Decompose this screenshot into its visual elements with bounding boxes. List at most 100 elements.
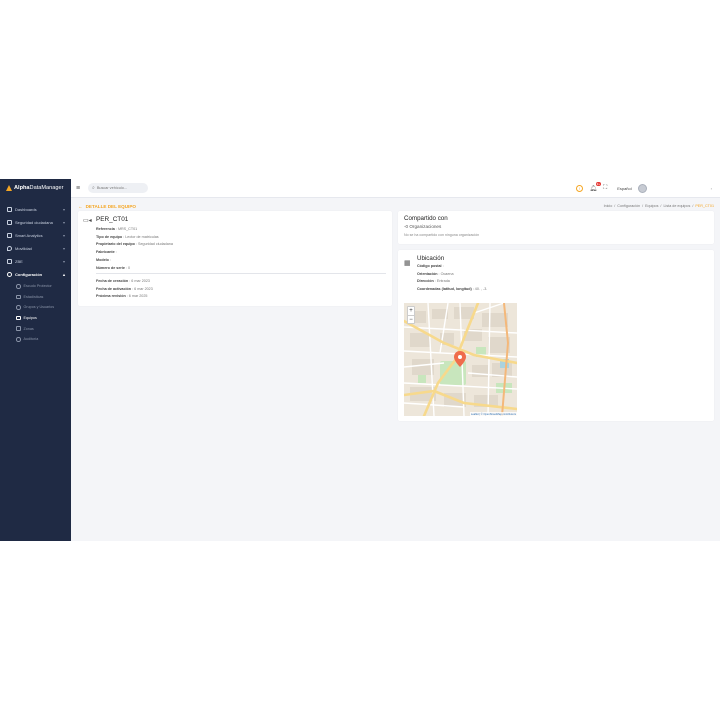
shared-note: No se ha compartido con ninguna organiza…	[404, 233, 480, 237]
location-fields: Código postal : Orientación : Ocaena Dir…	[417, 262, 487, 293]
eye-icon	[16, 337, 21, 342]
topbar-actions: ! 🔔︎ 9+ ⛶ Español ›	[576, 181, 720, 193]
map-attribution[interactable]: Leaflet | © OpenStreetMap contributors	[469, 412, 517, 416]
camera-icon	[16, 315, 21, 321]
breadcrumb-current: PER_CT01	[695, 204, 714, 208]
field-tipo: Tipo de equipo : Lector de matrículas	[96, 234, 159, 239]
sidebar-nav: Dashboards ▾ Seguridad ciudadana ▾ Smart…	[0, 203, 71, 345]
sidebar-item-label: Dashboards	[15, 207, 37, 212]
page-header: ← DETALLE DEL EQUIPO Inicio / Configuraci…	[78, 202, 714, 210]
submenu-item-label: Estadísticas	[23, 294, 44, 299]
chevron-up-icon: ▴	[62, 272, 65, 277]
sidebar-item-movilidad[interactable]: Movilidad ▾	[0, 242, 71, 255]
sidebar-item-zbe[interactable]: ZBE ▾	[0, 255, 71, 268]
device-title: PER_CT01	[96, 216, 129, 223]
back-button[interactable]: ← DETALLE DEL EQUIPO	[78, 204, 136, 209]
map-icon	[16, 326, 21, 331]
page-title: DETALLE DEL EQUIPO	[85, 203, 136, 209]
zone-icon	[7, 259, 12, 264]
submenu-item-equipos[interactable]: Equipos	[16, 313, 71, 324]
video-camera-icon: ▭◂	[83, 218, 92, 224]
notifications-badge: 9+	[595, 181, 601, 186]
field-codigo-postal: Código postal :	[417, 263, 445, 268]
field-numero-serie: Número de serie : 0	[96, 265, 131, 270]
app-shell: AlphaDataManager Dashboards ▾ Seguridad …	[0, 179, 720, 541]
sidebar-item-configuracion[interactable]: Configuración ▴	[0, 268, 71, 281]
field-proxima-revision: Próxima revisión : 6 mar 2025	[96, 294, 148, 299]
field-fecha-activacion: Fecha de activación : 6 mar 2023	[96, 286, 153, 291]
device-details-card: ▭◂ PER_CT01 Referencia : MRS_CT01 Tipo d…	[78, 211, 392, 306]
submenu-item-estadisticas[interactable]: Estadísticas	[16, 292, 71, 303]
map-tiles[interactable]	[404, 303, 517, 416]
chart-icon	[16, 294, 21, 300]
submenu-item-auditoria[interactable]: Auditoría	[16, 334, 71, 345]
submenu-item-label: Zonas	[23, 326, 34, 331]
field-referencia: Referencia : MRS_CT01	[96, 226, 138, 231]
breadcrumb-item[interactable]: Inicio	[604, 204, 613, 208]
field-orientacion: Orientación : Ocaena	[417, 271, 454, 276]
app-logo[interactable]: AlphaDataManager	[0, 179, 71, 197]
zoom-out-button[interactable]: −	[408, 315, 414, 323]
language-selector[interactable]: Español	[617, 186, 631, 191]
analytics-icon	[7, 233, 12, 238]
chevron-down-icon: ▾	[62, 220, 65, 225]
breadcrumb-item[interactable]: Configuración	[617, 204, 640, 208]
topbar: ≡ ⌕ ! 🔔︎ 9+ ⛶ Español ›	[71, 179, 720, 198]
breadcrumb-item[interactable]: Equipos	[645, 204, 658, 208]
submenu-item-label: Equipos	[23, 316, 37, 321]
device-fields: Referencia : MRS_CT01 Tipo de equipo : L…	[96, 225, 173, 272]
fullscreen-icon[interactable]: ⛶	[603, 185, 607, 192]
submenu-item-escudo[interactable]: Escudo Protector	[16, 281, 71, 292]
sidebar-item-seguridad[interactable]: Seguridad ciudadana ▾	[0, 216, 71, 229]
map-icon: ▦	[404, 260, 411, 267]
sidebar-item-dashboards[interactable]: Dashboards ▾	[0, 203, 71, 216]
avatar[interactable]	[637, 183, 647, 193]
breadcrumb: Inicio / Configuración / Equipos / Lista de…	[603, 204, 714, 208]
field-coordenadas: Coordenadas (latitud, longitud) : 40. , …	[417, 287, 488, 292]
shared-title: Compartido con	[404, 215, 448, 222]
sidebar: AlphaDataManager Dashboards ▾ Seguridad …	[0, 179, 71, 541]
arrow-left-icon: ←	[78, 203, 83, 209]
bell-icon: 🔔︎	[589, 185, 597, 192]
sidebar-item-smart-analytics[interactable]: Smart Analytics ▾	[0, 229, 71, 242]
sidebar-submenu: Escudo Protector Estadísticas Grupos y U…	[0, 281, 71, 345]
submenu-item-zonas[interactable]: Zonas	[16, 323, 71, 334]
zoom-in-button[interactable]: +	[408, 307, 414, 315]
chevron-down-icon[interactable]: ›	[711, 186, 712, 191]
chevron-down-icon: ▾	[62, 259, 65, 264]
divider	[96, 273, 386, 274]
search-input[interactable]	[96, 186, 143, 190]
location-card: ▦ Ubicación Código postal : Orientación …	[398, 250, 714, 421]
field-fecha-creacion: Fecha de creación : 6 mar 2023	[96, 278, 150, 283]
hamburger-menu-icon[interactable]: ≡	[76, 185, 82, 192]
submenu-item-label: Grupos y Usuarios	[23, 305, 55, 310]
shield-icon	[7, 220, 12, 225]
submenu-item-grupos[interactable]: Grupos y Usuarios	[16, 302, 71, 313]
chevron-down-icon: ▾	[62, 207, 65, 212]
logo-text-strong: Alpha	[14, 185, 30, 191]
sidebar-item-label: ZBE	[15, 259, 23, 264]
location-title: Ubicación	[417, 255, 445, 262]
users-icon	[16, 305, 21, 310]
search-icon: ⌕	[92, 185, 95, 191]
location-map[interactable]: + − Leaflet | © OpenStreetMap contributo…	[404, 303, 517, 416]
sidebar-item-label: Smart Analytics	[15, 233, 43, 238]
submenu-item-label: Escudo Protector	[23, 284, 52, 289]
search-box[interactable]: ⌕	[88, 183, 148, 193]
device-dates: Fecha de creación : 6 mar 2023 Fecha de …	[96, 277, 153, 300]
field-propietario: Propietario del equipo : Seguridad ciuda…	[96, 242, 173, 247]
logo-text-rest: DataManager	[29, 185, 64, 191]
gear-icon	[7, 272, 12, 277]
submenu-item-label: Auditoría	[23, 337, 39, 342]
shared-with-card: Compartido con -0 Organizaciones No se h…	[398, 211, 714, 244]
sidebar-item-label: Seguridad ciudadana	[15, 220, 53, 225]
alert-icon[interactable]: !	[576, 184, 584, 192]
location-pin-icon	[7, 246, 12, 251]
sidebar-item-label: Movilidad	[15, 246, 32, 251]
sidebar-item-label: Configuración	[15, 272, 43, 277]
notifications-button[interactable]: 🔔︎ 9+	[589, 181, 601, 192]
zoom-controls: + −	[407, 306, 415, 324]
breadcrumb-item[interactable]: Lista de equipos	[663, 204, 690, 208]
chevron-down-icon: ▾	[62, 246, 65, 251]
field-fabricante: Fabricante :	[96, 250, 118, 255]
